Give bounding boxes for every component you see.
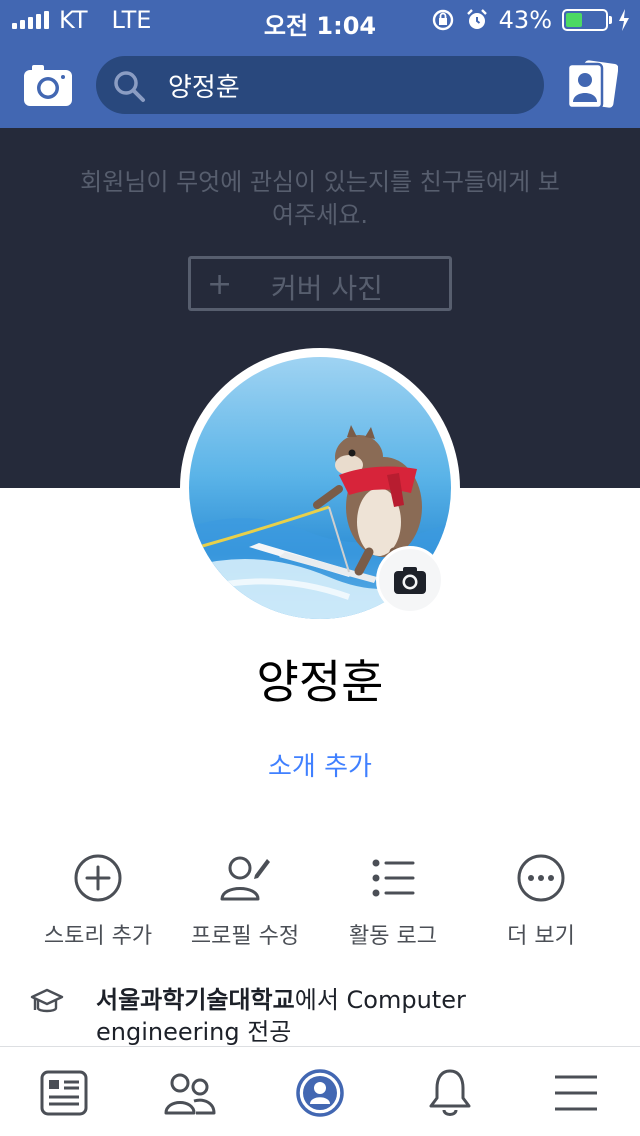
tab-bar — [0, 1046, 640, 1136]
add-story-button[interactable]: 스토리 추가 — [23, 848, 173, 950]
search-icon — [114, 71, 145, 102]
camera-icon[interactable] — [24, 64, 72, 106]
edit-profile-label: 프로필 수정 — [190, 924, 300, 949]
school-name[interactable]: 서울과학기술대학교 — [96, 986, 295, 1014]
add-bio-link[interactable]: 소개 추가 — [0, 746, 640, 783]
search-input[interactable] — [168, 56, 528, 114]
status-bar: KT LTE 오전 1:04 43% — [0, 0, 640, 40]
edit-profile-button[interactable]: 프로필 수정 — [170, 848, 320, 950]
add-cover-photo-label: 커버 사진 — [271, 272, 383, 305]
edit-profile-icon — [220, 856, 270, 901]
cover-message: 회원님이 무엇에 관심이 있는지를 친구들에게 보여주세요. — [80, 168, 560, 229]
change-profile-picture-button[interactable] — [376, 546, 444, 614]
nav-bar — [0, 40, 640, 128]
alarm-icon — [466, 9, 487, 29]
add-story-label: 스토리 추가 — [43, 924, 153, 949]
profile-icon — [296, 1069, 344, 1117]
friend-requests-icon[interactable] — [566, 60, 618, 110]
tab-profile[interactable] — [290, 1065, 350, 1121]
more-label: 더 보기 — [507, 924, 575, 949]
profile-name: 양정훈 — [256, 655, 384, 709]
charging-icon — [619, 9, 629, 31]
battery-icon — [562, 9, 612, 31]
tab-menu[interactable] — [546, 1065, 606, 1121]
add-cover-photo-button[interactable]: + 커버 사진 — [188, 256, 452, 311]
tab-news-feed[interactable] — [34, 1065, 94, 1121]
tab-friends[interactable] — [160, 1065, 220, 1121]
list-icon — [372, 859, 415, 897]
notifications-icon — [429, 1069, 471, 1116]
more-icon — [517, 854, 565, 902]
news-feed-icon — [40, 1070, 88, 1116]
more-button[interactable]: 더 보기 — [466, 848, 616, 950]
friends-icon — [164, 1073, 216, 1115]
activity-log-button[interactable]: 활동 로그 — [318, 848, 468, 950]
search-bar[interactable] — [96, 56, 544, 114]
plus-circle-icon — [74, 854, 122, 902]
camera-icon — [394, 567, 426, 594]
tab-notifications[interactable] — [420, 1065, 480, 1121]
rotation-lock-icon — [432, 9, 453, 31]
battery-percent: 43% — [498, 6, 552, 34]
profile-actions: 스토리 추가 프로필 수정 활동 로그 더 보기 — [0, 848, 640, 958]
menu-icon — [555, 1075, 597, 1111]
graduation-cap-icon — [30, 988, 64, 1013]
activity-log-label: 활동 로그 — [349, 924, 437, 949]
plus-icon: + — [207, 267, 233, 302]
